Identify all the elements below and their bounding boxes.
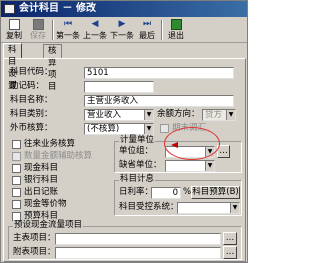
default-unit-label: 缺省单位： bbox=[119, 160, 162, 170]
first-icon: ⏮ bbox=[63, 19, 73, 29]
subject-ctrl-label: 科目受控系统： bbox=[119, 202, 179, 212]
checkbox-journal[interactable] bbox=[12, 188, 21, 197]
chevron-down-icon: ▼ bbox=[144, 110, 153, 120]
default-unit-select[interactable]: ▼ bbox=[165, 160, 215, 172]
checkbox-cash-equiv[interactable] bbox=[12, 200, 21, 209]
budget-button[interactable]: 科目预算(B) bbox=[191, 186, 240, 199]
name-input[interactable]: 主营业务收入 bbox=[84, 95, 234, 107]
toolbar-separator bbox=[52, 20, 54, 40]
main-item-label: 主表项目： bbox=[13, 233, 56, 243]
account-edit-window: 会计科目 － 修改 复制 保存 ⏮ 第一条 ◀ 上一条 ▶ 下一条 ⏭ 最后 退… bbox=[0, 0, 248, 263]
checkbox-cash-equiv-label: 现金等价物 bbox=[24, 199, 67, 209]
attach-item-label: 附表项目： bbox=[13, 247, 56, 257]
main-item-browse-button[interactable]: … bbox=[223, 232, 237, 245]
next-icon: ▶ bbox=[118, 19, 126, 29]
daily-rate-input[interactable]: 0 bbox=[151, 187, 181, 199]
exit-icon bbox=[170, 19, 182, 30]
window-title: 会计科目 － 修改 bbox=[19, 3, 96, 14]
chevron-down-icon: ▼ bbox=[144, 124, 153, 134]
checkbox-bank-label: 银行科目 bbox=[24, 175, 59, 185]
daily-rate-label: 日利率： bbox=[119, 187, 154, 197]
last-icon: ⏭ bbox=[142, 19, 152, 29]
category-label: 科目类别： bbox=[10, 109, 53, 119]
copy-button[interactable]: 复制 bbox=[3, 18, 25, 42]
main-item-input[interactable] bbox=[55, 233, 221, 245]
checkbox-ar-ap-label: 往来业务核算 bbox=[24, 139, 76, 149]
prev-record-button[interactable]: ◀ 上一条 bbox=[82, 18, 108, 42]
category-select[interactable]: 营业收入 ▼ bbox=[84, 109, 154, 121]
first-record-button[interactable]: ⏮ 第一条 bbox=[55, 18, 81, 42]
adjust-checkbox[interactable] bbox=[160, 124, 169, 133]
next-record-button[interactable]: ▶ 下一条 bbox=[109, 18, 135, 42]
title-bar: 会计科目 － 修改 bbox=[1, 1, 247, 17]
toolbar: 复制 保存 ⏮ 第一条 ◀ 上一条 ▶ 下一条 ⏭ 最后 退出 bbox=[1, 17, 247, 43]
last-record-button[interactable]: ⏭ 最后 bbox=[136, 18, 158, 42]
percent-label: % bbox=[183, 187, 192, 197]
chevron-down-icon: ▼ bbox=[230, 203, 239, 213]
subject-ctrl-select[interactable]: ▼ bbox=[177, 202, 240, 214]
settings-panel: 科目代码： 5101 助记码： 科目名称： 主营业务收入 科目类别： 营业收入 … bbox=[3, 58, 246, 262]
cash-flow-group-title: 预设现金流量项目 bbox=[13, 220, 84, 231]
attach-item-input[interactable] bbox=[55, 247, 221, 259]
save-button[interactable]: 保存 bbox=[27, 18, 49, 42]
toolbar-separator bbox=[161, 20, 163, 40]
balance-label: 余额方向： bbox=[157, 109, 200, 119]
copy-icon bbox=[8, 19, 20, 30]
chevron-down-icon: ▼ bbox=[205, 161, 214, 171]
cash-flow-group: 预设现金流量项目 主表项目： … 附表项目： … bbox=[8, 220, 242, 260]
unit-group-title: 计量单位 bbox=[119, 135, 156, 146]
highlight-arrow-icon bbox=[171, 142, 178, 148]
currency-label: 外币核算： bbox=[10, 123, 53, 133]
checkbox-journal-label: 出日记账 bbox=[24, 187, 59, 197]
exit-button[interactable]: 退出 bbox=[165, 18, 187, 42]
tab-accounting-items[interactable]: 核算项目 bbox=[43, 44, 62, 92]
save-icon bbox=[32, 19, 44, 30]
name-label: 科目名称： bbox=[10, 95, 53, 105]
checkbox-cash[interactable] bbox=[12, 164, 21, 173]
tab-account-settings[interactable]: 科目设置 bbox=[3, 43, 22, 91]
balance-select[interactable]: 贷方 ▼ bbox=[202, 109, 236, 121]
code-input[interactable]: 5101 bbox=[84, 67, 234, 79]
attach-item-browse-button[interactable]: … bbox=[223, 246, 237, 259]
mnemonic-input[interactable] bbox=[84, 81, 154, 93]
interest-group-title: 科目计息 bbox=[119, 174, 156, 185]
interest-group: 科目计息 日利率： 0 % 科目预算(B) 科目受控系统： ▼ bbox=[114, 174, 242, 216]
checkbox-cash-label: 现金科目 bbox=[24, 163, 59, 173]
prev-icon: ◀ bbox=[91, 19, 99, 29]
checkbox-qty-label: 数量金额辅助核算 bbox=[24, 151, 93, 161]
checkbox-bank[interactable] bbox=[12, 176, 21, 185]
currency-select[interactable]: (不核算) ▼ bbox=[84, 123, 154, 135]
checkbox-ar-ap[interactable] bbox=[12, 140, 21, 149]
checkbox-qty[interactable] bbox=[12, 152, 21, 161]
unit-group-label: 单位组： bbox=[119, 146, 154, 156]
app-icon bbox=[4, 4, 15, 14]
chevron-down-icon: ▼ bbox=[226, 110, 235, 120]
